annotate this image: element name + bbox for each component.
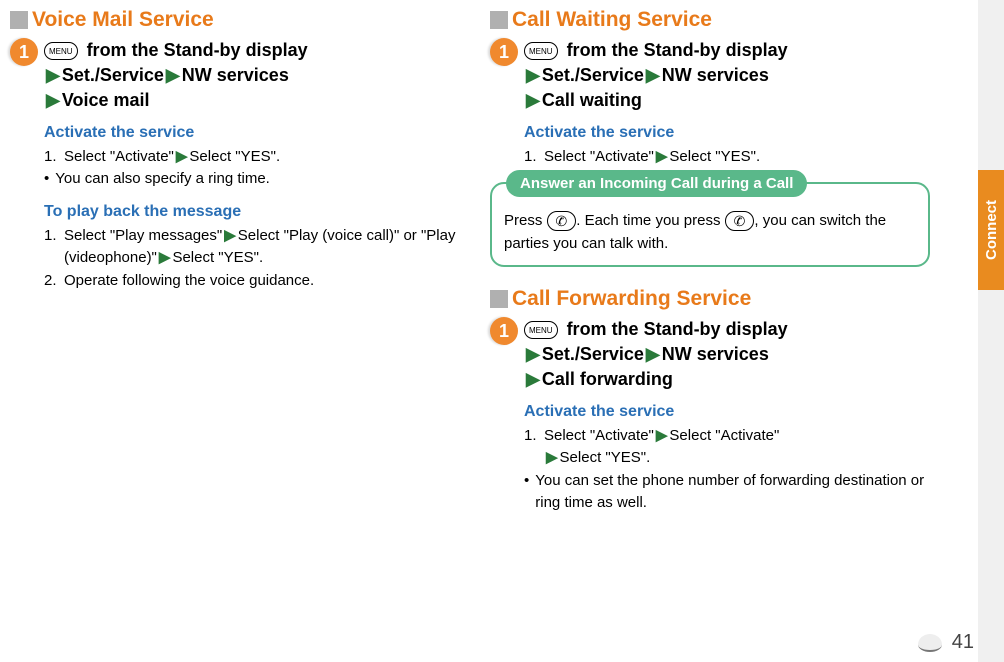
- cf-activate-title: Activate the service: [524, 403, 930, 421]
- list-number: 1.: [524, 146, 544, 169]
- right-column: Call Waiting Service 1 MENU from the Sta…: [480, 8, 950, 527]
- step-line1: from the Stand-by display: [82, 40, 308, 60]
- menu-icon: MENU: [524, 42, 558, 60]
- callout-tab-label: Answer an Incoming Call during a Call: [506, 170, 807, 197]
- callwaiting-callout: Answer an Incoming Call during a Call Pr…: [490, 182, 930, 267]
- arrow-icon: ▶: [526, 65, 540, 85]
- callwaiting-title: Call Waiting Service: [512, 8, 712, 32]
- activate-1b: Select "YES".: [189, 148, 280, 165]
- cw-line1: from the Stand-by display: [562, 40, 788, 60]
- cf-line2b: NW services: [662, 344, 769, 364]
- arrow-icon: ▶: [46, 65, 60, 85]
- play-2: Operate following the voice guidance.: [64, 270, 460, 293]
- arrow-icon: ▶: [526, 344, 540, 364]
- step-number-badge: 1: [10, 38, 38, 66]
- cw-line2b: NW services: [662, 65, 769, 85]
- cw-activate-body: 1. Select "Activate"▶Select "YES".: [524, 146, 930, 169]
- callout-text-b: . Each time you press: [576, 212, 724, 229]
- footer-icon: [918, 634, 942, 652]
- bullet-icon: •: [524, 470, 529, 515]
- side-tab-label: Connect: [983, 200, 1000, 260]
- callwaiting-step-text: MENU from the Stand-by display ▶Set./Ser…: [524, 38, 930, 114]
- list-number: 1.: [524, 425, 544, 470]
- bullet-icon: •: [44, 168, 49, 191]
- play-1a: Select "Play messages": [64, 227, 222, 244]
- activate-note: You can also specify a ring time.: [55, 168, 270, 191]
- voicemail-playback: To play back the message 1. Select "Play…: [44, 203, 460, 293]
- callforwarding-step-text: MENU from the Stand-by display ▶Set./Ser…: [524, 317, 930, 393]
- heading-marker-icon: [490, 290, 508, 308]
- step-line2a: Set./Service: [62, 65, 164, 85]
- callforwarding-activate: Activate the service 1. Select "Activate…: [524, 403, 930, 515]
- arrow-icon: ▶: [656, 427, 668, 444]
- callout-text-a: Press: [504, 212, 547, 229]
- cw-activate-1b: Select "YES".: [669, 148, 760, 165]
- cw-activate-1a: Select "Activate": [544, 148, 654, 165]
- cw-activate-title: Activate the service: [524, 124, 930, 142]
- cf-line1: from the Stand-by display: [562, 319, 788, 339]
- call-key-icon: ✆: [547, 211, 577, 231]
- menu-icon: MENU: [44, 42, 78, 60]
- cf-activate-1b: Select "Activate": [669, 427, 779, 444]
- arrow-icon: ▶: [166, 65, 180, 85]
- list-number: 2.: [44, 270, 64, 293]
- activate-body: 1. Select "Activate"▶Select "YES". • You…: [44, 146, 460, 191]
- arrow-icon: ▶: [646, 65, 660, 85]
- arrow-icon: ▶: [526, 90, 540, 110]
- arrow-icon: ▶: [646, 344, 660, 364]
- activate-1a: Select "Activate": [64, 148, 174, 165]
- voicemail-title: Voice Mail Service: [32, 8, 214, 32]
- voicemail-step-text: MENU from the Stand-by display ▶Set./Ser…: [44, 38, 460, 114]
- arrow-icon: ▶: [159, 249, 171, 266]
- callout-body: Press ✆. Each time you press ✆, you can …: [504, 210, 916, 255]
- playback-body: 1. Select "Play messages"▶Select "Play (…: [44, 225, 460, 293]
- playback-title: To play back the message: [44, 203, 460, 221]
- callforwarding-heading: Call Forwarding Service: [490, 287, 930, 311]
- side-tab: Connect: [978, 170, 1004, 290]
- arrow-icon: ▶: [176, 148, 188, 165]
- page-number: 41: [952, 631, 974, 654]
- page-content: Voice Mail Service 1 MENU from the Stand…: [0, 0, 960, 535]
- heading-marker-icon: [490, 11, 508, 29]
- arrow-icon: ▶: [546, 449, 558, 466]
- footer: 41: [918, 631, 974, 654]
- callwaiting-heading: Call Waiting Service: [490, 8, 930, 32]
- activate-title: Activate the service: [44, 124, 460, 142]
- play-1c: Select "YES".: [172, 249, 263, 266]
- voicemail-activate: Activate the service 1. Select "Activate…: [44, 124, 460, 191]
- side-bar-top: [978, 0, 1004, 170]
- voicemail-heading: Voice Mail Service: [10, 8, 460, 32]
- voicemail-step: 1 MENU from the Stand-by display ▶Set./S…: [10, 38, 460, 114]
- step-number-badge: 1: [490, 317, 518, 345]
- callforwarding-step: 1 MENU from the Stand-by display ▶Set./S…: [490, 317, 930, 393]
- arrow-icon: ▶: [656, 148, 668, 165]
- step-number-badge: 1: [490, 38, 518, 66]
- heading-marker-icon: [10, 11, 28, 29]
- call-key-icon: ✆: [725, 211, 755, 231]
- menu-icon: MENU: [524, 321, 558, 339]
- cf-line3: Call forwarding: [542, 369, 673, 389]
- left-column: Voice Mail Service 1 MENU from the Stand…: [10, 8, 480, 527]
- cf-activate-body: 1. Select "Activate"▶Select "Activate"▶S…: [524, 425, 930, 515]
- list-number: 1.: [44, 225, 64, 270]
- callforwarding-title: Call Forwarding Service: [512, 287, 751, 311]
- cw-line2a: Set./Service: [542, 65, 644, 85]
- cw-line3: Call waiting: [542, 90, 642, 110]
- arrow-icon: ▶: [46, 90, 60, 110]
- list-number: 1.: [44, 146, 64, 169]
- arrow-icon: ▶: [526, 369, 540, 389]
- callwaiting-activate: Activate the service 1. Select "Activate…: [524, 124, 930, 169]
- cf-activate-note: You can set the phone number of forwardi…: [535, 470, 930, 515]
- arrow-icon: ▶: [224, 227, 236, 244]
- cf-activate-1c: Select "YES".: [560, 449, 651, 466]
- step-line3: Voice mail: [62, 90, 150, 110]
- cf-line2a: Set./Service: [542, 344, 644, 364]
- cf-activate-1a: Select "Activate": [544, 427, 654, 444]
- side-bar-bottom: [978, 290, 1004, 662]
- step-line2b: NW services: [182, 65, 289, 85]
- callwaiting-step: 1 MENU from the Stand-by display ▶Set./S…: [490, 38, 930, 114]
